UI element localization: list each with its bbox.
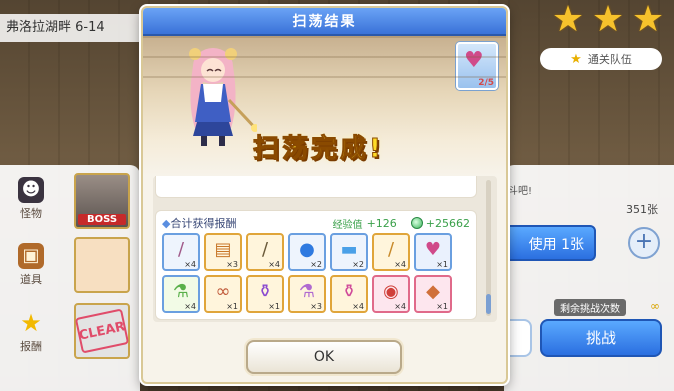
sweep-ticket-card: ♥ 2/5 xyxy=(456,42,498,90)
tab-monster[interactable]: ☻ 怪物 xyxy=(6,177,56,221)
monster-icon: ☻ xyxy=(18,177,44,203)
star-icon: ★ xyxy=(591,0,625,40)
result-banner: 扫荡完成! ♥ 2/5 xyxy=(143,36,506,176)
item-quantity: ×4 xyxy=(184,260,196,269)
pink-potion-item[interactable]: ⚱ ×4 xyxy=(330,275,368,313)
ticket-usage-count: 2/5 xyxy=(478,78,494,88)
clear-reward-thumbnail[interactable]: CLEAR xyxy=(74,303,130,359)
star-icon: ★ xyxy=(631,0,665,40)
glasses-item[interactable]: ∞ ×1 xyxy=(204,275,242,313)
orb-item[interactable]: ● ×2 xyxy=(288,233,326,271)
tab-rewards[interactable]: ★ 报酬 xyxy=(6,310,56,354)
elixir-item[interactable]: ⚗ ×3 xyxy=(288,275,326,313)
rewards-header: ◆合计获得报酬 经验值 +126 +25662 xyxy=(162,215,470,231)
star-icon: ★ xyxy=(20,309,42,337)
sweep-panel: 351张 使用 1张 + 剩余挑战次数 ∞ 挑战 xyxy=(504,165,674,391)
reward-item-grid: / ×4 ▤ ×3/×4 ● ×2 ▬ ×2/×4 ♥ ×1 ⚗ ×4 ∞ ×1 ⚱ ×1 ⚗ ×3 ⚱ ×4 ◉ ×4 ◆… xyxy=(162,233,452,313)
blue-ticket-item[interactable]: ▬ ×2 xyxy=(330,233,368,271)
item-quantity: ×4 xyxy=(184,302,196,311)
remaining-attempts-value: ∞ xyxy=(650,299,660,313)
tab-label: 怪物 xyxy=(20,207,42,220)
remaining-attempts-label: 剩余挑战次数 xyxy=(554,299,626,316)
green-potion-item[interactable]: ⚗ ×4 xyxy=(162,275,200,313)
item-quantity: ×1 xyxy=(268,302,280,311)
exp-value: +126 xyxy=(366,216,397,230)
item-quantity: ×1 xyxy=(436,260,448,269)
scepter-item[interactable]: / ×4 xyxy=(372,233,410,271)
result-list[interactable]: ◆合计获得报酬 经验值 +126 +25662 /×4 ▤ ×3/×4 ● ×2 ▬ ×2/… xyxy=(153,176,497,322)
stage-stars: ★ ★ ★ xyxy=(550,2,666,38)
item-quantity: ×3 xyxy=(310,302,322,311)
item-quantity: ×1 xyxy=(436,302,448,311)
clear-team-button[interactable]: ★ 通关队伍 xyxy=(540,48,662,70)
crystal-item[interactable]: ◆ ×1 xyxy=(414,275,452,313)
chest-icon: ▣ xyxy=(18,243,44,269)
previous-result-card xyxy=(155,176,477,198)
wand-item[interactable]: / ×4 xyxy=(162,233,200,271)
use-ticket-button[interactable]: 使用 1张 xyxy=(504,225,596,261)
ticket-count: 351张 xyxy=(626,203,658,216)
clear-stamp: CLEAR xyxy=(74,308,130,354)
boss-tag: BOSS xyxy=(78,214,126,225)
tab-items[interactable]: ▣ 道具 xyxy=(6,243,56,287)
item-quantity: ×2 xyxy=(352,260,364,269)
ok-button[interactable]: OK xyxy=(246,340,402,374)
sweep-result-dialog: 扫荡结果 扫荡完成! ♥ 2/5 ◆合计获得报酬 经验值 +126 +25662… xyxy=(141,6,508,384)
book-item[interactable]: ▤ ×3 xyxy=(204,233,242,271)
item-quantity: ×4 xyxy=(394,302,406,311)
rewards-title: 合计获得报酬 xyxy=(170,217,237,230)
mana-icon xyxy=(410,217,423,229)
character-illustration xyxy=(189,48,257,146)
item-quantity: ×4 xyxy=(268,260,280,269)
scrollbar-thumb[interactable] xyxy=(486,294,491,314)
stage-title: 弗洛拉湖畔 6-14 xyxy=(0,14,150,42)
cake-item[interactable]: ◉ ×4 xyxy=(372,275,410,313)
mana-value: +25662 xyxy=(425,216,470,230)
total-rewards-card: ◆合计获得报酬 经验值 +126 +25662 /×4 ▤ ×3/×4 ● ×2 ▬ ×2/… xyxy=(155,210,477,320)
item-quantity: ×4 xyxy=(352,302,364,311)
plus-button[interactable]: + xyxy=(628,227,660,259)
stage-info-panel: ☻ 怪物 ▣ 道具 ★ 报酬 BOSS CLEAR xyxy=(0,165,140,391)
sweep-complete-text: 扫荡完成! xyxy=(253,134,384,165)
tab-label: 报酬 xyxy=(20,340,42,353)
item-quantity: ×1 xyxy=(226,302,238,311)
item-quantity: ×4 xyxy=(394,260,406,269)
star-icon: ★ xyxy=(551,0,585,40)
hint-text: 斗吧! xyxy=(507,186,532,197)
challenge-button[interactable]: 挑战 xyxy=(540,319,662,357)
item-quantity: ×3 xyxy=(226,260,238,269)
boss-portrait[interactable]: BOSS xyxy=(74,173,130,229)
exp-label: 经验值 xyxy=(332,219,363,231)
sweep-ticket-icon: ♥ xyxy=(464,48,484,73)
drop-item-thumbnail[interactable] xyxy=(74,237,130,293)
bottle-item[interactable]: ⚱ ×1 xyxy=(246,275,284,313)
star-icon: ★ xyxy=(570,51,582,67)
secondary-button[interactable] xyxy=(504,319,532,357)
item-quantity: ×2 xyxy=(310,260,322,269)
dialog-title: 扫荡结果 xyxy=(143,8,506,36)
staff-item[interactable]: / ×4 xyxy=(246,233,284,271)
tab-label: 道具 xyxy=(20,273,42,286)
scrollbar[interactable] xyxy=(486,180,491,316)
character-memory-item[interactable]: ♥ ×1 xyxy=(414,233,452,271)
clear-team-label: 通关队伍 xyxy=(587,53,632,66)
